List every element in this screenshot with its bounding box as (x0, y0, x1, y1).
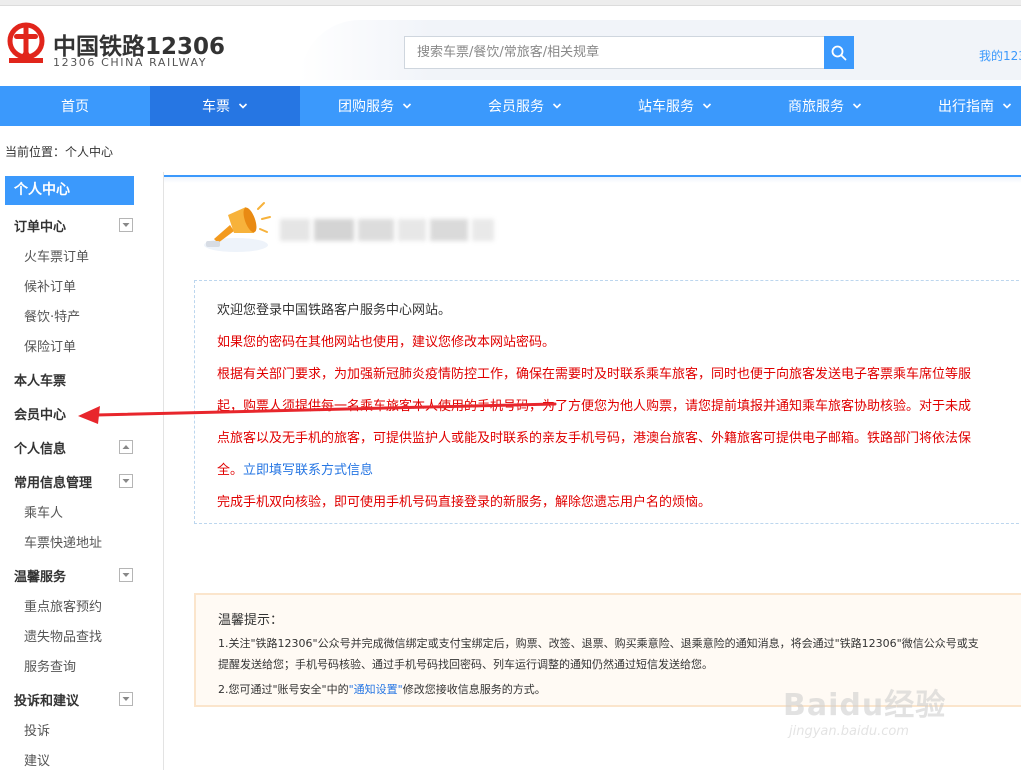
sidebar-item-lost-found[interactable]: 遗失物品查找 (24, 626, 102, 645)
notice-line: 全。立即填写联系方式信息 (217, 459, 373, 478)
notice-line: 根据有关部门要求，为加强新冠肺炎疫情防控工作，确保在需要时及时联系乘车旅客，同时… (217, 367, 972, 382)
sidebar-header[interactable]: 个人中心 (5, 176, 134, 205)
sidebar-group-care-services[interactable]: 温馨服务 (14, 566, 66, 585)
sidebar-item-insurance-orders[interactable]: 保险订单 (24, 336, 76, 355)
chevron-down-icon (122, 479, 130, 483)
brand-subtitle: 12306 CHINA RAILWAY (53, 56, 208, 69)
chevron-down-icon (552, 103, 562, 109)
notice-line: 点旅客以及无手机的旅客，可提供监护人或能及时联系的亲友手机号码，港澳台旅客、外籍… (217, 431, 972, 446)
welcome-text: 欢迎您登录中国铁路客户服务中心网站。 (217, 303, 452, 318)
sidebar-group-my-tickets[interactable]: 本人车票 (14, 370, 66, 389)
nav-item-label: 团购服务 (338, 99, 394, 115)
tips-text-suffix: 修改您接收信息服务的方式。 (402, 683, 546, 696)
chevron-down-icon (402, 103, 412, 109)
sidebar-item-priority-booking[interactable]: 重点旅客预约 (24, 596, 102, 615)
nav-item-station-services[interactable]: 站车服务 (600, 86, 750, 126)
tips-text-prefix: 2.您可通过"账号安全"中的 (218, 683, 349, 696)
sidebar-item-suggestion[interactable]: 建议 (24, 750, 50, 769)
sidebar-item-passengers[interactable]: 乘车人 (24, 502, 63, 521)
chevron-up-icon (122, 445, 130, 449)
nav-item-business-travel[interactable]: 商旅服务 (750, 86, 900, 126)
chevron-down-icon (122, 223, 130, 227)
password-warning: 如果您的密码在其他网站也使用，建议您修改本网站密码。 (217, 335, 556, 350)
collapse-toggle[interactable] (119, 568, 133, 582)
notice-line: 起，购票人须提供每一名乘车旅客本人使用的手机号码，为了方便您为他人购票，请您提前… (217, 399, 972, 414)
tips-title: 温馨提示： (218, 613, 284, 628)
notice-text: 全。 (217, 463, 244, 478)
sidebar-item-catering[interactable]: 餐饮·特产 (24, 306, 80, 325)
megaphone-icon (204, 202, 271, 252)
collapse-toggle[interactable] (119, 474, 133, 488)
chevron-down-icon (122, 573, 130, 577)
main-nav: 首页 车票 团购服务 会员服务 站车服务 商旅服务 出行指南 (0, 86, 1021, 126)
sidebar-item-complaint[interactable]: 投诉 (24, 720, 50, 739)
nav-item-member-services[interactable]: 会员服务 (450, 86, 600, 126)
nav-item-label: 车票 (202, 99, 230, 115)
sidebar: 个人中心 订单中心 火车票订单 候补订单 餐饮·特产 保险订单 本人车票 会员中… (0, 172, 164, 770)
railway-logo-icon[interactable] (6, 22, 46, 68)
sidebar-item-delivery-address[interactable]: 车票快递地址 (24, 532, 102, 551)
chevron-down-icon (1002, 103, 1012, 109)
chevron-down-icon (122, 697, 130, 701)
my-account-link[interactable]: 我的12306 (979, 47, 1021, 64)
breadcrumb: 当前位置：个人中心 (5, 145, 114, 159)
sidebar-item-waitlist-orders[interactable]: 候补订单 (24, 276, 76, 295)
content-shadow (164, 177, 1021, 183)
search-field[interactable] (404, 36, 824, 69)
nav-item-group-buying[interactable]: 团购服务 (300, 86, 450, 126)
tips-text: 2.您可通过"账号安全"中的"通知设置"修改您接收信息服务的方式。 (218, 681, 546, 697)
nav-item-label: 站车服务 (638, 99, 694, 115)
sidebar-group-personal-info[interactable]: 个人信息 (14, 438, 66, 457)
sidebar-group-common-info[interactable]: 常用信息管理 (14, 472, 92, 491)
welcome-panel: 欢迎您登录中国铁路客户服务中心网站。 如果您的密码在其他网站也使用，建议您修改本… (194, 280, 1021, 524)
chevron-down-icon (238, 103, 248, 109)
fill-contact-info-link[interactable]: 立即填写联系方式信息 (243, 463, 373, 478)
nav-item-label: 出行指南 (938, 99, 994, 115)
collapse-toggle[interactable] (119, 218, 133, 232)
sidebar-group-orders[interactable]: 订单中心 (14, 216, 66, 235)
watermark-text: Baidu经验 (783, 688, 947, 723)
notice-line: 完成手机双向核验，即可使用手机号码直接登录的新服务，解除您遗忘用户名的烦恼。 (217, 495, 712, 510)
chevron-down-icon (852, 103, 862, 109)
search-input[interactable] (405, 37, 824, 68)
redacted-username (280, 219, 500, 241)
nav-item-tickets[interactable]: 车票 (150, 86, 300, 126)
chevron-down-icon (702, 103, 712, 109)
tips-text: 1.关注"铁路12306"公众号并完成微信绑定或支付宝绑定后，购票、改签、退票、… (218, 637, 979, 650)
nav-item-travel-guide[interactable]: 出行指南 (900, 86, 1021, 126)
sidebar-item-service-query[interactable]: 服务查询 (24, 656, 76, 675)
watermark-subtext: jingyan.baidu.com (789, 724, 909, 739)
collapse-toggle[interactable] (119, 692, 133, 706)
nav-item-label: 会员服务 (488, 99, 544, 115)
search-button[interactable] (824, 36, 854, 69)
site-header: 中国铁路12306 12306 CHINA RAILWAY 我的12306 (0, 6, 1021, 86)
sidebar-item-train-orders[interactable]: 火车票订单 (24, 246, 89, 265)
tips-text: 提醒发送给您；手机号码核验、通过手机号码找回密码、列车运行调整的通知仍然通过短信… (218, 658, 713, 671)
search-icon (831, 45, 847, 60)
notification-settings-link[interactable]: "通知设置" (349, 683, 403, 696)
sidebar-group-member-center[interactable]: 会员中心 (14, 404, 66, 423)
baidu-watermark: Baidu经验 jingyan.baidu.com (783, 680, 973, 750)
expand-toggle[interactable] (119, 440, 133, 454)
nav-item-home[interactable]: 首页 (0, 86, 150, 126)
nav-item-label: 商旅服务 (788, 99, 844, 115)
nav-item-label: 首页 (61, 99, 89, 115)
sidebar-group-feedback[interactable]: 投诉和建议 (14, 690, 79, 709)
